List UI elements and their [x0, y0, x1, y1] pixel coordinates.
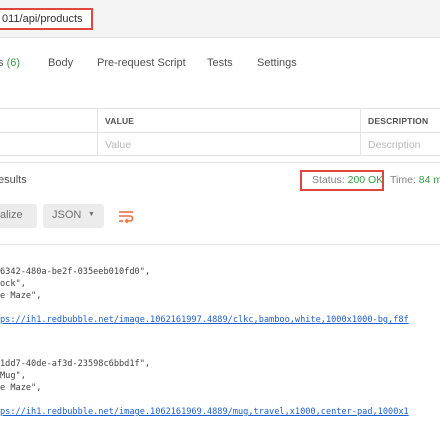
column-divider — [360, 133, 361, 155]
code-line: 1dd7-40de-af3d-23598c6bbd1f", — [0, 359, 151, 369]
code-line-link: ps://ih1.redbubble.net/image.1062161997.… — [0, 315, 409, 325]
value-column-header: VALUE — [105, 116, 135, 126]
code-line: 6342-480a-be2f-035eeb010fd0", — [0, 267, 151, 277]
tab-body[interactable]: Body — [48, 57, 73, 69]
description-column-header: DESCRIPTION — [368, 116, 429, 126]
status-label: Status: — [312, 174, 345, 186]
code-line: Mug", — [0, 371, 26, 381]
time-value: 84 m — [418, 174, 440, 186]
params-input-row: Value Description — [0, 132, 440, 156]
format-select[interactable]: JSON ▼ — [43, 204, 104, 228]
tab-settings[interactable]: Settings — [257, 57, 297, 69]
url-input[interactable]: 011/api/products — [0, 8, 93, 30]
image-link[interactable]: ps://ih1.redbubble.net/image.1062161969.… — [0, 407, 409, 417]
time-label: Time: — [390, 174, 416, 186]
time-indicator: Time: 84 m — [390, 174, 440, 186]
column-divider — [97, 133, 98, 155]
code-line: ock", — [0, 279, 26, 289]
status-indicator: Status: 200 OK — [300, 170, 384, 191]
wrap-icon — [119, 211, 134, 224]
response-toolbar: alize JSON ▼ — [0, 200, 440, 232]
tab-pre-request-script[interactable]: Pre-request Script — [97, 57, 186, 69]
status-text: Status: 200 OK — [312, 174, 383, 186]
visualize-button[interactable]: alize — [0, 204, 37, 228]
code-line: e Maze", — [0, 291, 42, 301]
description-input[interactable]: Description — [368, 139, 421, 151]
response-header: esults Status: 200 OK Time: 84 m — [0, 162, 440, 196]
wrap-lines-button[interactable] — [112, 204, 140, 228]
request-tabs: s (6) Body Pre-request Script Tests Sett… — [0, 50, 440, 78]
status-value: 200 OK — [347, 174, 384, 186]
url-text: 011/api/products — [2, 13, 83, 25]
column-divider — [360, 109, 361, 132]
response-body[interactable]: 6342-480a-be2f-035eeb010fd0", ock", e Ma… — [0, 244, 440, 440]
tab-tests[interactable]: Tests — [207, 57, 233, 69]
tab-headers[interactable]: s (6) — [0, 57, 20, 69]
visualize-label: alize — [0, 209, 23, 221]
column-divider — [97, 109, 98, 132]
url-bar: 011/api/products — [0, 0, 440, 38]
value-input[interactable]: Value — [105, 139, 131, 151]
params-header-row: VALUE DESCRIPTION — [0, 108, 440, 132]
format-label: JSON — [52, 209, 82, 221]
tab-test-results[interactable]: esults — [0, 174, 27, 186]
code-line: e Maze", — [0, 383, 42, 393]
chevron-down-icon: ▼ — [88, 211, 95, 218]
image-link[interactable]: ps://ih1.redbubble.net/image.1062161997.… — [0, 315, 409, 325]
code-line-link: ps://ih1.redbubble.net/image.1062161969.… — [0, 407, 409, 417]
tab-headers-count: (6) — [6, 57, 21, 69]
params-table: VALUE DESCRIPTION Value Description — [0, 108, 440, 156]
